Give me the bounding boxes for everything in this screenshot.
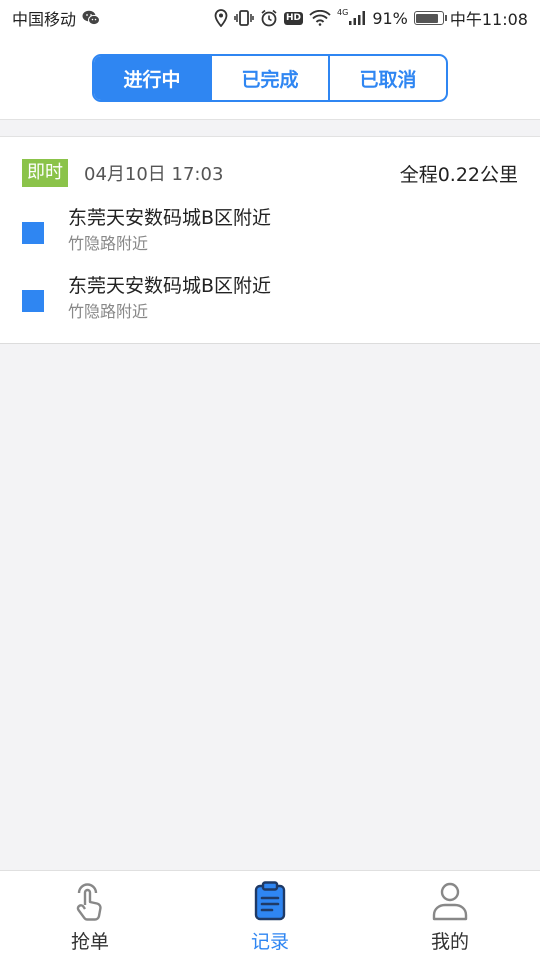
battery-percent: 91% <box>372 8 408 28</box>
dropoff-address-text: 东莞天安数码城B区附近 竹隐路附近 <box>68 273 271 323</box>
vibrate-icon <box>234 9 254 27</box>
dropoff-marker-icon <box>22 290 44 312</box>
pickup-marker-icon <box>22 222 44 244</box>
clipboard-icon <box>250 881 290 921</box>
order-card-header: 即时 04月10日 17:03 全程0.22公里 <box>22 159 518 187</box>
dropoff-address-sub: 竹隐路附近 <box>68 302 149 321</box>
tab-cancelled[interactable]: 已取消 <box>328 56 446 100</box>
order-card[interactable]: 即时 04月10日 17:03 全程0.22公里 东莞天安数码城B区附近 竹隐路… <box>0 136 540 344</box>
carrier-label: 中国移动 <box>12 10 77 29</box>
clock: 中午11:08 <box>449 10 528 29</box>
status-bar: 中国移动 HD 4G 91% 中午11:08 <box>0 0 540 36</box>
tap-hand-icon <box>70 881 110 921</box>
dropoff-address: 东莞天安数码城B区附近 竹隐路附近 <box>22 273 518 323</box>
tab-in-progress[interactable]: 进行中 <box>94 56 210 100</box>
hd-icon: HD <box>284 11 304 25</box>
pickup-address-main: 东莞天安数码城B区附近 <box>68 207 272 229</box>
header: 进行中 已完成 已取消 <box>0 36 540 120</box>
status-right: HD 4G 91% 中午11:08 <box>214 6 528 30</box>
status-left: 中国移动 <box>12 6 101 30</box>
order-status-tabs: 进行中 已完成 已取消 <box>92 54 448 102</box>
user-icon <box>430 881 470 921</box>
bottom-nav: 抢单 记录 我的 <box>0 870 540 960</box>
pickup-address-text: 东莞天安数码城B区附近 竹隐路附近 <box>68 205 271 255</box>
pickup-address: 东莞天安数码城B区附近 竹隐路附近 <box>22 205 518 255</box>
alarm-icon <box>260 9 278 27</box>
nav-records[interactable]: 记录 <box>180 871 360 960</box>
nav-grab-order-label: 抢单 <box>70 931 109 953</box>
order-time: 04月10日 17:03 <box>84 164 224 185</box>
location-icon <box>214 9 228 27</box>
pickup-address-sub: 竹隐路附近 <box>68 234 149 253</box>
signal-icon: 4G <box>337 7 366 26</box>
nav-grab-order[interactable]: 抢单 <box>0 871 180 960</box>
dropoff-address-main: 东莞天安数码城B区附近 <box>68 275 272 297</box>
network-type-label: 4G <box>337 7 349 17</box>
battery-icon <box>413 11 447 25</box>
nav-profile[interactable]: 我的 <box>360 871 540 960</box>
nav-profile-label: 我的 <box>430 931 469 953</box>
wifi-icon <box>309 10 331 26</box>
nav-records-label: 记录 <box>250 931 289 953</box>
instant-tag: 即时 <box>22 159 68 187</box>
wechat-icon <box>82 10 101 26</box>
order-distance: 全程0.22公里 <box>399 163 518 186</box>
battery-fill <box>416 13 439 23</box>
tab-completed[interactable]: 已完成 <box>210 56 328 100</box>
